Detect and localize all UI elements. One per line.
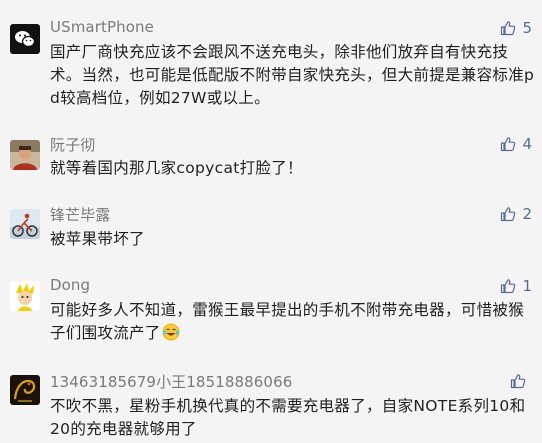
thumbs-up-icon [501,279,516,294]
comment-nickname[interactable]: 13463185679小王18518886066 [50,371,292,392]
comment-nickname[interactable]: USmartPhone [50,18,154,36]
comment-text: 可能好多人不知道，雷猴王最早提出的手机不附带充电器，可惜被猴子们围攻流产了 [50,299,535,345]
dragon-avatar-icon [10,375,40,405]
like-button[interactable]: 4 [500,134,532,154]
comment-text: 不吹不黑，星粉手机换代真的不需要充电器了，自家NOTE系列10和20的充电器就够… [50,397,526,438]
avatar[interactable] [10,140,40,170]
thumbs-up-icon [501,21,516,36]
comment-text: 被苹果带坏了 [50,230,145,248]
like-button[interactable] [510,371,532,391]
comment-text: 就等着国内那几家copycat打脸了！ [50,159,303,177]
like-button[interactable]: 1 [500,276,532,296]
avatar[interactable] [10,281,40,311]
comment-nickname[interactable]: 锋芒毕露 [50,204,110,225]
comment-text: 国产厂商快充应该不会跟风不送充电头，除非他们放弃自有快充技术。当然，也可能是低配… [50,43,535,107]
person-photo-icon [10,140,40,170]
like-button[interactable]: 2 [500,204,532,224]
like-count: 5 [522,19,532,37]
avatar[interactable] [10,24,40,54]
thumbs-up-icon [510,374,526,389]
thumbs-up-icon [501,137,516,152]
comment-nickname[interactable]: Dong [50,276,90,294]
thumbs-up-icon [501,207,516,222]
avatar[interactable] [10,375,40,405]
like-count: 4 [522,135,532,153]
laughing-tears-emoji [162,323,180,341]
cyclist-photo-icon [10,209,40,239]
cartoon-avatar-icon [10,281,40,311]
like-count: 1 [522,277,532,295]
comment-nickname[interactable]: 阮子彻 [50,134,95,155]
like-count: 2 [522,205,532,223]
like-button[interactable]: 5 [500,18,532,38]
avatar[interactable] [10,209,40,239]
comment-text-content: 可能好多人不知道，雷猴王最早提出的手机不附带充电器，可惜被猴子们围攻流产了 [50,301,525,342]
wechat-logo-icon [10,24,40,54]
